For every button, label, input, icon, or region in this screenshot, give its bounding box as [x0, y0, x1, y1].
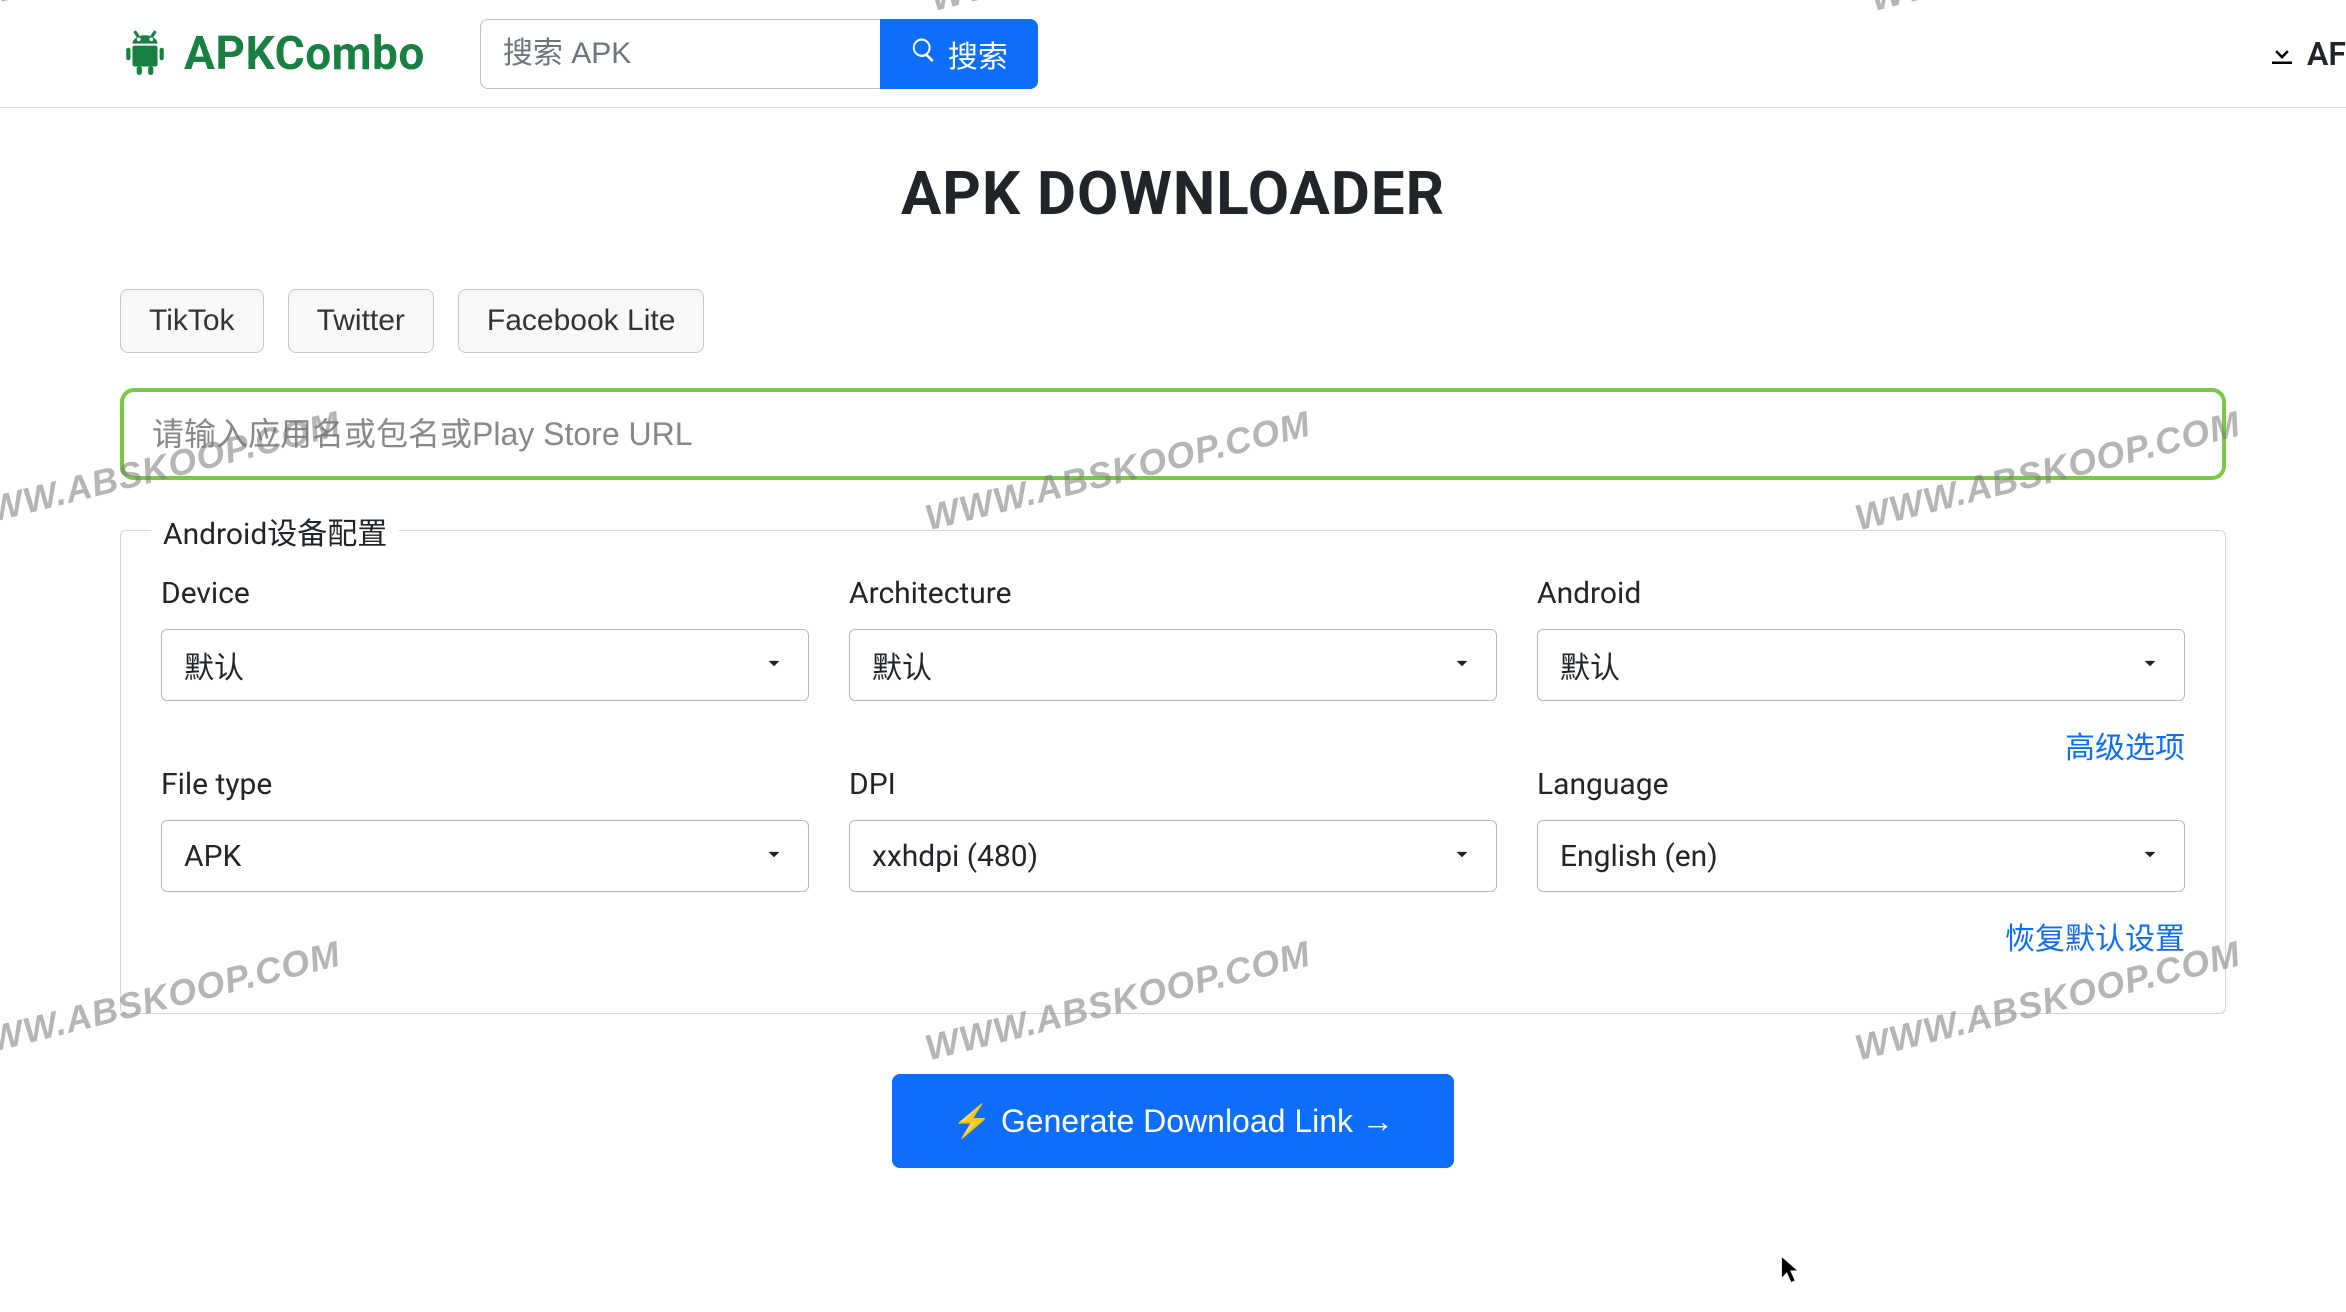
field-language: Language English (en) — [1537, 767, 2185, 892]
download-icon — [2267, 39, 2297, 69]
page-title: APK DOWNLOADER — [120, 158, 2226, 229]
label-android: Android — [1537, 576, 2185, 611]
header-right-text: AF — [2307, 35, 2346, 73]
select-dpi-value: xxhdpi (480) — [872, 839, 1038, 874]
app-search-input[interactable] — [120, 388, 2226, 480]
quick-chips: TikTok Twitter Facebook Lite — [120, 289, 2226, 353]
config-row-1: Device 默认 Architecture 默认 Android 默认 — [161, 576, 2185, 701]
search-button[interactable]: 搜索 — [880, 19, 1038, 89]
label-dpi: DPI — [849, 767, 1497, 802]
advanced-link-row: 高级选项 — [161, 723, 2185, 767]
field-device: Device 默认 — [161, 576, 809, 701]
header-search: 搜索 — [480, 19, 1038, 89]
config-legend: Android设备配置 — [151, 509, 399, 553]
select-device[interactable]: 默认 — [161, 629, 809, 701]
chip-twitter[interactable]: Twitter — [288, 289, 434, 353]
brand-link[interactable]: APKCombo — [120, 27, 425, 81]
field-architecture: Architecture 默认 — [849, 576, 1497, 701]
select-android[interactable]: 默认 — [1537, 629, 2185, 701]
main: APK DOWNLOADER TikTok Twitter Facebook L… — [0, 108, 2346, 1228]
header: APKCombo 搜索 AF — [0, 0, 2346, 108]
brand-text: APKCombo — [184, 27, 425, 81]
search-input[interactable] — [480, 19, 880, 89]
field-filetype: File type APK — [161, 767, 809, 892]
reset-defaults-link[interactable]: 恢复默认设置 — [2005, 914, 2185, 958]
device-config-fieldset: Android设备配置 Device 默认 Architecture 默认 An… — [120, 530, 2226, 1014]
chip-facebook-lite[interactable]: Facebook Lite — [458, 289, 704, 353]
select-language[interactable]: English (en) — [1537, 820, 2185, 892]
select-dpi[interactable]: xxhdpi (480) — [849, 820, 1497, 892]
select-device-value: 默认 — [184, 643, 244, 687]
label-device: Device — [161, 576, 809, 611]
field-dpi: DPI xxhdpi (480) — [849, 767, 1497, 892]
generate-wrap: ⚡ Generate Download Link → — [120, 1074, 2226, 1168]
reset-link-row: 恢复默认设置 — [161, 914, 2185, 958]
select-filetype[interactable]: APK — [161, 820, 809, 892]
search-button-label: 搜索 — [948, 32, 1008, 76]
label-language: Language — [1537, 767, 2185, 802]
header-right-partial: AF — [2267, 0, 2346, 107]
label-filetype: File type — [161, 767, 809, 802]
select-architecture-value: 默认 — [872, 643, 932, 687]
advanced-options-link[interactable]: 高级选项 — [2065, 723, 2185, 767]
field-android: Android 默认 — [1537, 576, 2185, 701]
label-architecture: Architecture — [849, 576, 1497, 611]
select-architecture[interactable]: 默认 — [849, 629, 1497, 701]
search-icon — [910, 36, 938, 72]
select-language-value: English (en) — [1560, 839, 1718, 874]
generate-download-link-button[interactable]: ⚡ Generate Download Link → — [892, 1074, 1454, 1168]
select-filetype-value: APK — [184, 839, 241, 874]
config-row-2: File type APK DPI xxhdpi (480) Language … — [161, 767, 2185, 892]
select-android-value: 默认 — [1560, 643, 1620, 687]
android-robot-icon — [120, 29, 170, 79]
mouse-cursor-icon — [1780, 1255, 1802, 1285]
chip-tiktok[interactable]: TikTok — [120, 289, 264, 353]
